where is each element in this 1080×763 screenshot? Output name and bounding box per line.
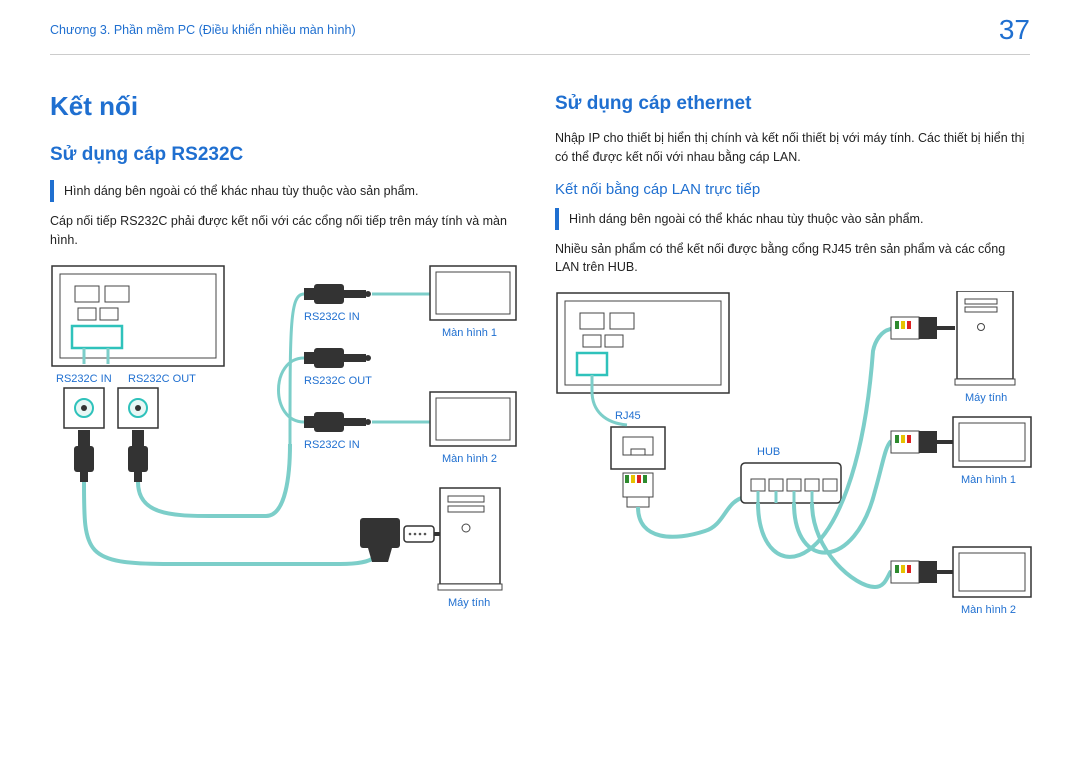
heading-lan-direct: Kết nối bằng cáp LAN trực tiếp — [555, 181, 1030, 198]
right-column: Sử dụng cáp ethernet Nhập IP cho thiết b… — [555, 91, 1030, 671]
heading-rs232c: Sử dụng cáp RS232C — [50, 144, 525, 166]
mid-plug-1 — [304, 284, 371, 304]
db9-connector — [360, 518, 400, 562]
diagram-ethernet: RJ45 HUB — [555, 291, 1030, 671]
jack-left — [74, 430, 94, 482]
label-monitor2-right: Màn hình 2 — [961, 604, 1016, 616]
left-column: Kết nối Sử dụng cáp RS232C Hình dáng bên… — [50, 91, 525, 671]
rj45-plug — [623, 473, 653, 507]
pc-tower-right — [955, 291, 1015, 385]
label-computer-right: Máy tính — [965, 392, 1007, 404]
diagram-rs232c: RS232C IN RS232C OUT — [50, 264, 525, 624]
label-rs232c-out-left: RS232C OUT — [128, 373, 196, 385]
label-monitor2-left: Màn hình 2 — [442, 453, 497, 465]
mid-plug-3 — [304, 412, 371, 432]
label-rs232c-out-mid: RS232C OUT — [304, 375, 372, 387]
heading-ethernet: Sử dụng cáp ethernet — [555, 93, 1030, 115]
label-rj45: RJ45 — [615, 410, 641, 422]
heading-connect: Kết nối — [50, 91, 525, 122]
body-ethernet-2: Nhiều sản phẩm có thể kết nối được bằng … — [555, 240, 1030, 278]
jack-right — [128, 430, 148, 482]
port-module-left — [64, 388, 104, 428]
label-rs232c-in-mid-bot: RS232C IN — [304, 439, 360, 451]
hub-device — [741, 463, 841, 503]
body-rs232c: Cáp nối tiếp RS232C phải được kết nối vớ… — [50, 212, 525, 250]
rj-plug-mon1 — [891, 431, 937, 453]
pc-tower-left — [438, 488, 502, 590]
rj-plug-mon2 — [891, 561, 937, 583]
label-computer-left: Máy tính — [448, 597, 490, 609]
note-ethernet: Hình dáng bên ngoài có thể khác nhau tùy… — [555, 208, 1030, 230]
label-rs232c-in-left: RS232C IN — [56, 373, 112, 385]
label-monitor1-right: Màn hình 1 — [961, 474, 1016, 486]
label-rs232c-in-mid-top: RS232C IN — [304, 311, 360, 323]
rj-plug-pc — [891, 317, 937, 339]
label-monitor1-left: Màn hình 1 — [442, 327, 497, 339]
body-ethernet: Nhập IP cho thiết bị hiển thị chính và k… — [555, 129, 1030, 167]
label-hub: HUB — [757, 446, 780, 458]
mid-plug-2 — [304, 348, 371, 368]
breadcrumb: Chương 3. Phần mềm PC (Điều khiển nhiều … — [50, 23, 356, 37]
port-module-right — [118, 388, 158, 428]
page-number: 37 — [999, 14, 1030, 46]
note-rs232c: Hình dáng bên ngoài có thể khác nhau tùy… — [50, 180, 525, 202]
